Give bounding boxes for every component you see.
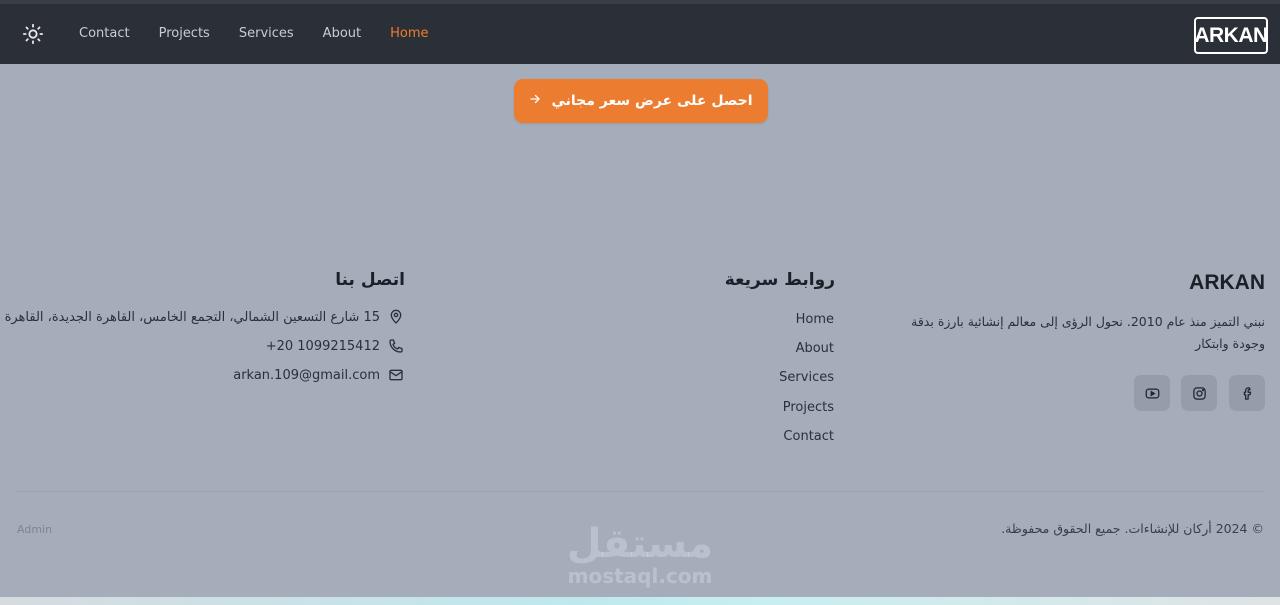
footer-link-contact[interactable]: Contact <box>783 429 834 444</box>
watermark-arabic: مستقل <box>566 521 714 567</box>
mail-icon <box>388 367 404 383</box>
footer-link-projects[interactable]: Projects <box>783 400 834 415</box>
contact-email-row: arkan.109@gmail.com <box>233 367 404 383</box>
watermark-latin: mostaql.com <box>567 564 713 588</box>
footer-divider <box>16 491 1265 492</box>
free-quote-label: احصل على عرض سعر مجاني <box>551 93 753 109</box>
contact-title: اتصل بنا <box>335 270 405 290</box>
free-quote-button[interactable]: احصل على عرض سعر مجاني <box>514 79 768 123</box>
nav-contact[interactable]: Contact <box>79 23 130 45</box>
quick-links-title: روابط سريعة <box>724 270 835 290</box>
mostaql-watermark: مستقل mostaql.com <box>560 520 720 588</box>
nav-about[interactable]: About <box>323 23 361 45</box>
nav-projects[interactable]: Projects <box>159 23 210 45</box>
contact-email[interactable]: arkan.109@gmail.com <box>233 368 380 383</box>
copyright-text: © 2024 أركان للإنشاءات. جميع الحقوق محفو… <box>1001 521 1264 536</box>
contact-phone[interactable]: +20 1099215412 <box>266 339 380 354</box>
brand-logo[interactable]: ARKAN <box>1194 17 1268 54</box>
main-nav: Contact Projects Services About Home <box>79 23 458 45</box>
contact-address-row: 15 شارع التسعين الشمالي، التجمع الخامس، … <box>5 309 404 325</box>
footer-link-home[interactable]: Home <box>796 312 834 327</box>
footer-brand-description: نبني التميز منذ عام 2010. نحول الرؤى إلى… <box>911 314 1265 351</box>
facebook-icon[interactable] <box>1229 375 1265 411</box>
footer-link-services[interactable]: Services <box>779 370 834 385</box>
bottom-strip <box>0 597 1280 605</box>
nav-services[interactable]: Services <box>239 23 294 45</box>
arrow-right-icon <box>529 93 541 109</box>
footer-link-about[interactable]: About <box>796 341 834 356</box>
footer-brand-title: ARKAN <box>1189 271 1265 294</box>
instagram-icon[interactable] <box>1181 375 1217 411</box>
contact-address: 15 شارع التسعين الشمالي، التجمع الخامس، … <box>4 309 380 325</box>
youtube-icon[interactable] <box>1134 375 1170 411</box>
admin-link[interactable]: Admin <box>17 523 52 536</box>
phone-icon <box>388 338 404 354</box>
sun-icon[interactable] <box>22 23 44 45</box>
map-pin-icon <box>388 309 404 325</box>
contact-phone-row: +20 1099215412 <box>266 338 404 354</box>
nav-home[interactable]: Home <box>390 23 428 45</box>
top-navbar: Contact Projects Services About Home ARK… <box>0 0 1280 64</box>
